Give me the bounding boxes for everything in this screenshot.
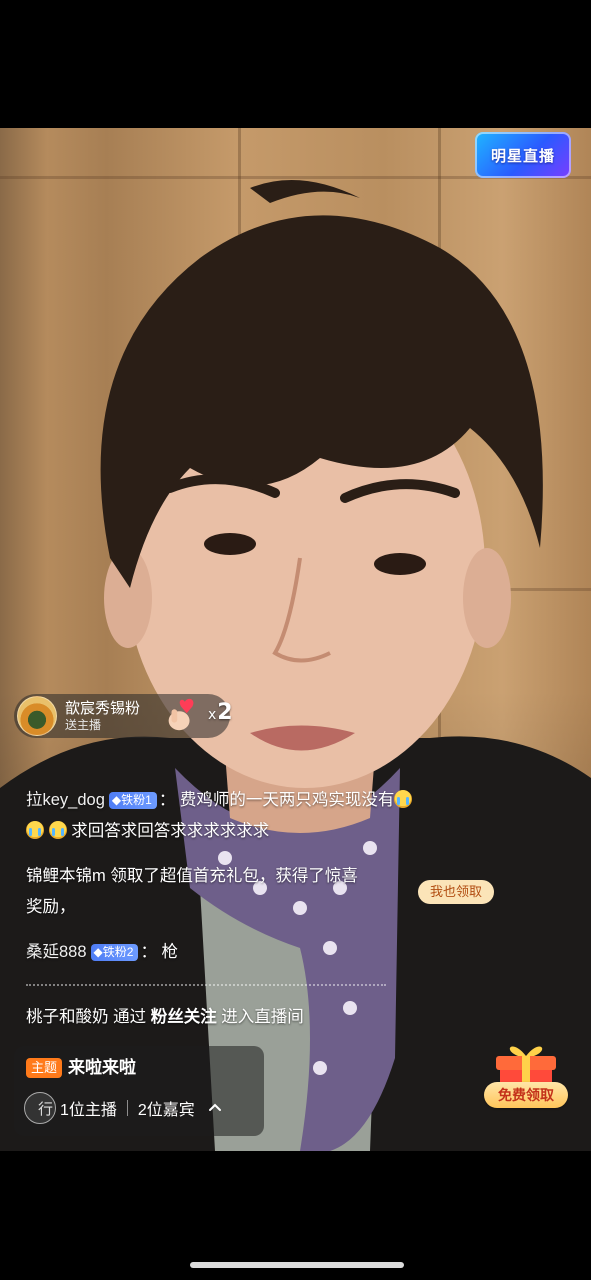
- chat-text: 求回答求回答求求求求求求: [71, 822, 270, 840]
- fan-level-badge: ◆铁粉2: [90, 944, 139, 961]
- crying-emoji-icon: [394, 790, 413, 808]
- claim-too-button[interactable]: 我也领取: [418, 880, 494, 904]
- topic-tag: 主题: [26, 1058, 63, 1078]
- celebrity-live-badge[interactable]: 明星直播: [475, 132, 571, 178]
- chat-message: 桃子和酸奶 通过 粉丝关注 进入直播间: [26, 1002, 476, 1033]
- host-guest-row[interactable]: 1位主播 2位嘉宾: [24, 1092, 223, 1124]
- crying-emoji-icon: [26, 821, 44, 839]
- fan-level-badge: ◆铁粉1: [108, 792, 157, 809]
- topic-title: 来啦来啦: [68, 1058, 136, 1077]
- chat-username[interactable]: 桑延888: [26, 943, 87, 961]
- streamer-figure: [0, 180, 591, 1151]
- celebrity-live-label: 明星直播: [490, 146, 555, 165]
- chat-message: 拉key_dog ◆铁粉1： 费鸡师的一天两只鸡实现没有 求回答求回答求求求求求求: [26, 785, 476, 847]
- divider: [126, 1100, 128, 1116]
- chat-text: 进入直播间: [221, 1008, 304, 1026]
- chevron-up-icon[interactable]: [207, 1100, 223, 1116]
- faded-chat-line: [26, 984, 386, 990]
- live-video[interactable]: [0, 128, 591, 1151]
- gift-count: x2: [208, 700, 233, 725]
- gift-action-text: 送主播: [65, 717, 102, 732]
- chat-text: 枪: [161, 943, 179, 961]
- chat-message: 锦鲤本锦m 领取了超值首充礼包，获得了惊喜 奖励，: [26, 861, 426, 923]
- chat-system-text: 锦鲤本锦m 领取了超值首充礼包，获得了惊喜: [26, 867, 358, 885]
- chat-username[interactable]: 拉key_dog: [26, 791, 105, 809]
- host-avatar: [24, 1092, 56, 1124]
- chat-source: 粉丝关注: [150, 1008, 217, 1026]
- chat-text: 费鸡师的一天两只鸡实现没有: [179, 791, 395, 809]
- crying-emoji-icon: [48, 821, 67, 839]
- home-indicator[interactable]: [190, 1262, 404, 1268]
- live-stream-screen: 明星直播 歆宸秀锡粉 送主播 x2 拉key_dog ◆铁粉1： 费鸡师的一天两只…: [0, 0, 591, 1280]
- free-claim-button[interactable]: 免费领取: [484, 1082, 568, 1108]
- finger-heart-gift-icon: [168, 698, 194, 731]
- topic-panel[interactable]: 主题 来啦来啦 1位主播 2位嘉宾: [14, 1046, 264, 1136]
- gift-notification: 歆宸秀锡粉 送主播 x2: [14, 694, 233, 738]
- gift-sender-name: 歆宸秀锡粉: [65, 699, 141, 717]
- chat-username[interactable]: 桃子和酸奶: [26, 1008, 109, 1026]
- host-count: 1位主播: [60, 1102, 117, 1119]
- guest-count: 2位嘉宾: [137, 1102, 195, 1119]
- sender-avatar[interactable]: [17, 696, 57, 736]
- chat-text: 通过: [113, 1008, 147, 1026]
- chat-system-text: 奖励，: [26, 898, 76, 916]
- chat-message: 桑延888 ◆铁粉2： 枪: [26, 937, 476, 968]
- chat-separator: ：: [140, 943, 157, 961]
- chat-separator: ：: [158, 791, 176, 809]
